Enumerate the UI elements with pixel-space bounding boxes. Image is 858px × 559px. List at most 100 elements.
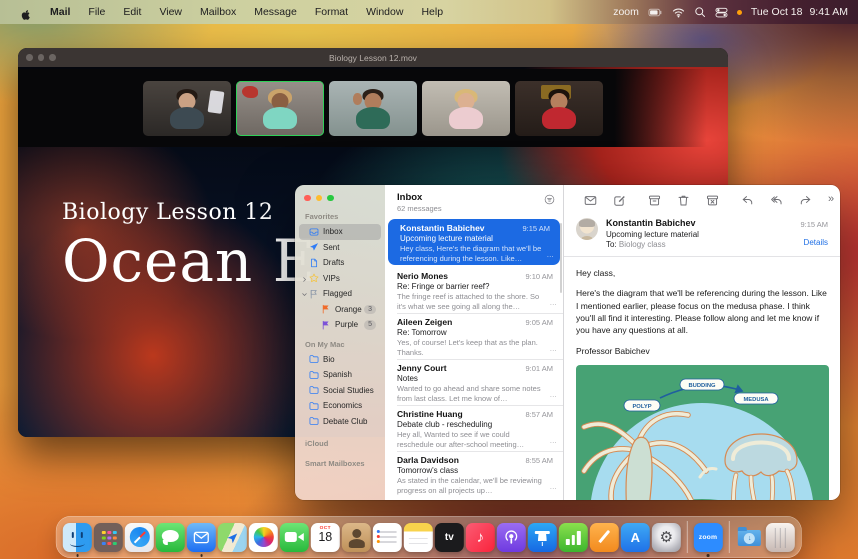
menu-format[interactable]: Format: [306, 0, 357, 24]
menu-bar-left: Mail File Edit View Mailbox Message Form…: [0, 0, 452, 24]
dock-launchpad[interactable]: [94, 523, 123, 552]
sidebar-item-vips[interactable]: VIPs: [299, 271, 381, 287]
email-list-item[interactable]: Nerio Mones9:10 AM Re: Fringe or barrier…: [385, 267, 563, 313]
email-list-item[interactable]: Aileen Zeigen9:05 AM Re: Tomorrow Yes, o…: [385, 313, 563, 359]
more-toolbar-items-icon[interactable]: »: [820, 193, 840, 207]
forward-icon[interactable]: [791, 194, 820, 207]
minimize-button[interactable]: [316, 195, 323, 202]
sidebar-item-label: Drafts: [323, 258, 344, 267]
dock-calendar[interactable]: OCT18: [311, 523, 340, 552]
menu-message[interactable]: Message: [245, 0, 306, 24]
email-list-item[interactable]: Konstantin Babichev9:15 AM Upcoming lect…: [388, 219, 560, 265]
control-center-icon[interactable]: [715, 6, 728, 19]
sidebar-item-flag-orange[interactable]: Orange 3: [299, 302, 381, 318]
calendar-day: 18: [318, 530, 332, 544]
sidebar-item-flag-purple[interactable]: Purple 5: [299, 317, 381, 333]
dock-numbers[interactable]: [559, 523, 588, 552]
zoom-button[interactable]: [49, 54, 56, 61]
purple-flag-icon: [321, 320, 331, 330]
sidebar-item-flagged[interactable]: Flagged: [299, 286, 381, 302]
truncation-ellipsis: …: [550, 482, 558, 491]
dock-facetime[interactable]: [280, 523, 309, 552]
sidebar-item-label: Orange: [335, 305, 362, 314]
sidebar-section-icloud[interactable]: iCloud: [295, 429, 385, 451]
apple-menu[interactable]: [10, 3, 41, 21]
dock-zoom[interactable]: zoom: [694, 523, 723, 552]
archive-icon[interactable]: [640, 194, 669, 207]
truncation-ellipsis: …: [550, 344, 558, 353]
scrollbar[interactable]: [560, 223, 563, 293]
dock-reminders[interactable]: [373, 523, 402, 552]
sidebar-item-social-studies[interactable]: Social Studies: [299, 383, 381, 399]
compose-icon[interactable]: [605, 194, 634, 207]
dock-separator: [687, 521, 688, 553]
participant-tile-1[interactable]: [143, 81, 231, 136]
email-list-item[interactable]: Darla Davidson8:55 AM Tomorrow's class A…: [385, 451, 563, 497]
participant-tile-5[interactable]: [515, 81, 603, 136]
video-title-bar[interactable]: Biology Lesson 12.mov: [18, 48, 728, 67]
dock-keynote[interactable]: [528, 523, 557, 552]
email-list-item[interactable]: Christine Huang8:57 AM Debate club - res…: [385, 405, 563, 451]
sender-avatar[interactable]: [576, 218, 598, 240]
sidebar-item-economics[interactable]: Economics: [299, 398, 381, 414]
email-subject: Notes: [397, 374, 553, 383]
participant-tile-2-active-speaker[interactable]: [236, 81, 324, 136]
sidebar-item-spanish[interactable]: Spanish: [299, 367, 381, 383]
email-list-item[interactable]: Jenny Court9:01 AM Notes Wanted to go ah…: [385, 359, 563, 405]
sidebar-item-bio[interactable]: Bio: [299, 352, 381, 368]
get-mail-icon[interactable]: [576, 194, 605, 207]
zoom-button[interactable]: [327, 195, 334, 202]
dock-music[interactable]: ♪: [466, 523, 495, 552]
dock-notes[interactable]: [404, 523, 433, 552]
sidebar-section-smart-mailboxes[interactable]: Smart Mailboxes: [295, 451, 385, 471]
reply-icon[interactable]: [733, 194, 762, 207]
email-subject: Debate club - rescheduling: [397, 420, 553, 429]
dock-messages[interactable]: [156, 523, 185, 552]
dock-podcasts[interactable]: [497, 523, 526, 552]
dock-system-settings[interactable]: ⚙: [652, 523, 681, 552]
menu-view[interactable]: View: [150, 0, 191, 24]
details-link[interactable]: Details: [800, 238, 828, 247]
zoom-status-item[interactable]: zoom: [613, 6, 639, 18]
dock-mail[interactable]: [187, 523, 216, 552]
email-sender: Darla Davidson: [397, 455, 459, 465]
menu-app-name[interactable]: Mail: [41, 0, 79, 24]
chevron-right-icon[interactable]: [301, 274, 309, 283]
sidebar-item-inbox[interactable]: Inbox: [299, 224, 381, 240]
dock-safari[interactable]: [125, 523, 154, 552]
dock-pages[interactable]: [590, 523, 619, 552]
mail-sidebar: Favorites Inbox Sent Drafts VIPs F: [295, 185, 385, 500]
minimize-button[interactable]: [38, 54, 45, 61]
menu-file[interactable]: File: [79, 0, 114, 24]
dock-tv[interactable]: tv: [435, 523, 464, 552]
dock-trash[interactable]: [766, 523, 795, 552]
menu-window[interactable]: Window: [357, 0, 412, 24]
battery-icon[interactable]: [648, 5, 663, 20]
dock-downloads[interactable]: ↓: [735, 523, 764, 552]
participant-tile-3[interactable]: [329, 81, 417, 136]
chevron-down-icon[interactable]: [301, 289, 309, 298]
close-button[interactable]: [304, 195, 311, 202]
close-button[interactable]: [26, 54, 33, 61]
dock-contacts[interactable]: [342, 523, 371, 552]
menu-help[interactable]: Help: [412, 0, 452, 24]
sidebar-item-debate-club[interactable]: Debate Club: [299, 414, 381, 430]
jellyfish-lifecycle-diagram[interactable]: POLYP BUDDING MEDUSA: [576, 365, 829, 500]
dock-finder[interactable]: [63, 523, 92, 552]
menu-mailbox[interactable]: Mailbox: [191, 0, 245, 24]
trash-icon[interactable]: [669, 194, 698, 207]
dock-app-store[interactable]: A: [621, 523, 650, 552]
spotlight-search-icon[interactable]: [694, 6, 706, 18]
menu-edit[interactable]: Edit: [114, 0, 150, 24]
participant-tile-4[interactable]: [422, 81, 510, 136]
sidebar-item-drafts[interactable]: Drafts: [299, 255, 381, 271]
junk-icon[interactable]: [698, 194, 727, 207]
dock-photos[interactable]: [249, 523, 278, 552]
filter-icon[interactable]: [544, 194, 555, 205]
email-subject: Upcoming lecture material: [400, 234, 550, 243]
wifi-icon[interactable]: [672, 6, 685, 19]
menu-bar-clock[interactable]: Tue Oct 18 9:41 AM: [751, 6, 848, 18]
reply-all-icon[interactable]: [762, 194, 791, 207]
dock-maps[interactable]: [218, 523, 247, 552]
sidebar-item-sent[interactable]: Sent: [299, 240, 381, 256]
